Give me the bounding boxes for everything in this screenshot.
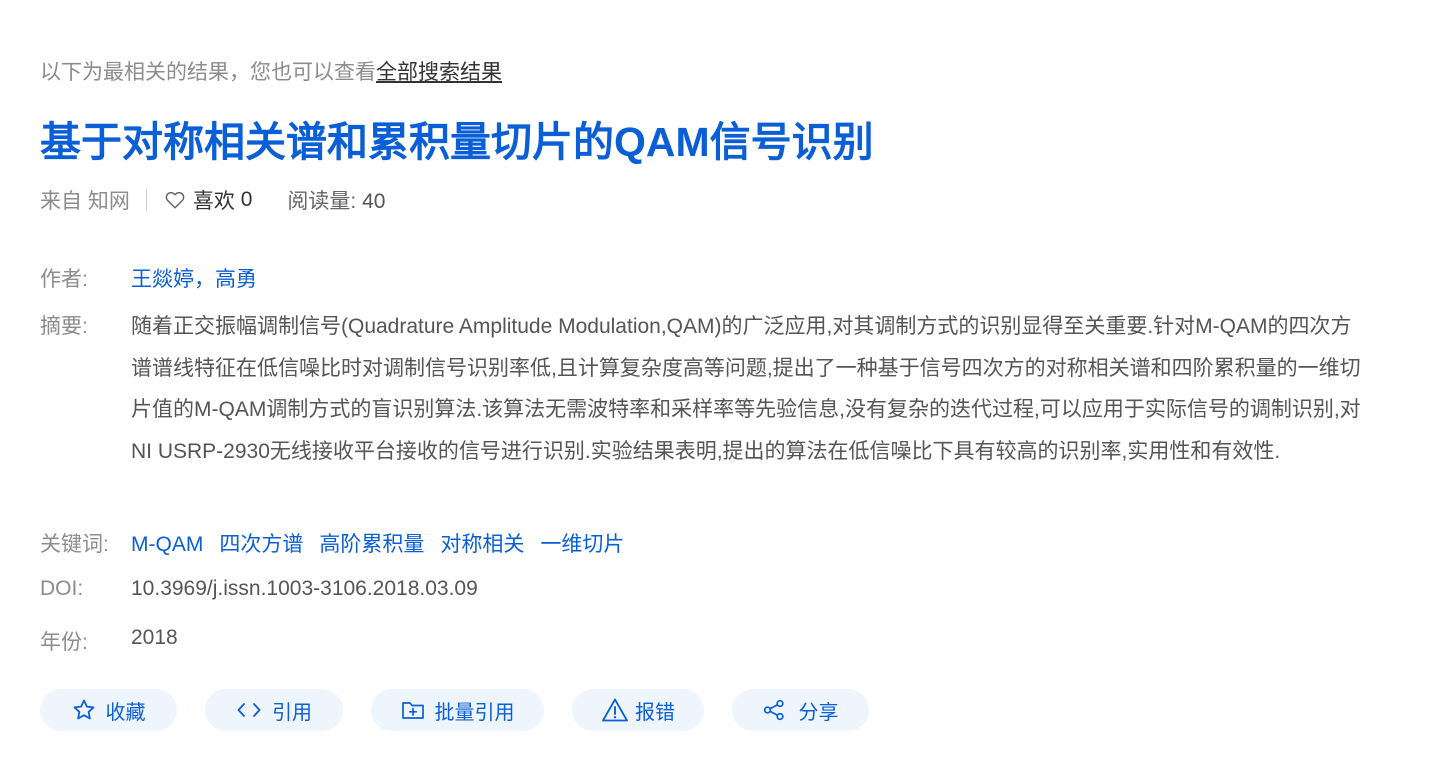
authors-label: 作者: [40, 268, 88, 291]
year-value: 2018 [131, 626, 178, 649]
share-icon [763, 699, 785, 721]
read-count: 阅读量: 40 [287, 185, 385, 215]
keyword-link[interactable]: 四次方谱 [219, 533, 303, 556]
meta-bar: 来自 知网 喜欢 0 阅读量: 40 [40, 185, 385, 215]
like-label: 喜欢 [192, 190, 235, 213]
keyword-link[interactable]: 对称相关 [440, 533, 524, 556]
warning-icon [601, 697, 629, 723]
like-button[interactable]: 喜欢 0 [165, 185, 253, 215]
hint-text: 以下为最相关的结果，您也可以查看 [40, 61, 376, 84]
batch-cite-label: 批量引用 [434, 701, 515, 724]
abstract-label: 摘要: [40, 315, 88, 338]
authors-link[interactable]: 王燚婷，高勇 [131, 268, 257, 291]
read-count-label: 阅读量: [287, 190, 357, 213]
report-button[interactable]: 报错 [572, 689, 704, 731]
source-label: 来自 知网 [40, 190, 130, 213]
read-count-value: 40 [362, 190, 386, 213]
cite-label: 引用 [272, 701, 312, 724]
star-icon [72, 698, 96, 722]
batch-cite-button[interactable]: 批量引用 [371, 689, 544, 731]
doi-row: DOI: 10.3969/j.issn.1003-3106.2018.03.09 [40, 577, 478, 601]
keyword-link[interactable]: 高阶累积量 [319, 533, 424, 556]
keywords-row: 关键词: M-QAM 四次方谱 高阶累积量 对称相关 一维切片 [40, 528, 640, 558]
code-brackets-icon [236, 700, 262, 720]
keywords-label: 关键词: [40, 533, 109, 556]
year-row: 年份: 2018 [40, 626, 178, 656]
heart-icon [165, 191, 185, 209]
like-count: 0 [240, 188, 253, 211]
keyword-link[interactable]: 一维切片 [540, 533, 624, 556]
favorite-button[interactable]: 收藏 [40, 689, 177, 731]
authors-row: 作者: 王燚婷，高勇 [40, 263, 257, 293]
share-label: 分享 [798, 701, 839, 724]
doi-label: DOI: [40, 577, 84, 600]
action-bar: 收藏 引用 批量引用 报错 分享 [40, 689, 897, 731]
paper-title[interactable]: 基于对称相关谱和累积量切片的QAM信号识别 [40, 108, 874, 168]
report-label: 报错 [635, 701, 675, 724]
year-label: 年份: [40, 631, 88, 654]
abstract-row: 摘要: 随着正交振幅调制信号(Quadrature Amplitude Modu… [40, 310, 1363, 472]
favorite-label: 收藏 [105, 701, 146, 724]
keyword-link[interactable]: M-QAM [131, 533, 203, 556]
result-hint: 以下为最相关的结果，您也可以查看全部搜索结果 [40, 56, 502, 86]
share-button[interactable]: 分享 [732, 689, 869, 731]
cite-button[interactable]: 引用 [205, 689, 343, 731]
abstract-text: 随着正交振幅调制信号(Quadrature Amplitude Modulati… [131, 315, 1361, 463]
all-results-link[interactable]: 全部搜索结果 [376, 61, 502, 84]
meta-divider [145, 189, 147, 211]
folder-plus-icon [401, 699, 425, 721]
doi-value: 10.3969/j.issn.1003-3106.2018.03.09 [131, 577, 478, 600]
